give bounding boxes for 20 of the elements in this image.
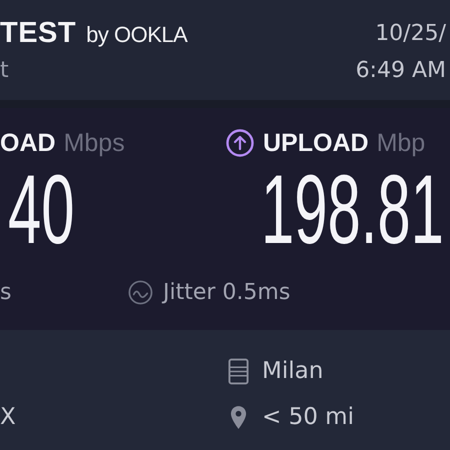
speed-value: 40 — [8, 164, 74, 254]
date-text: 10/25/ — [375, 20, 446, 46]
result-label: UPLOAD — [263, 128, 369, 158]
location-pin-icon — [230, 404, 247, 430]
logo-text: TEST — [0, 16, 76, 50]
jitter-icon — [128, 280, 153, 305]
unit-text: Mbp — [376, 128, 426, 158]
latency-text: s — [0, 280, 12, 305]
detail-text: < 50 mi — [262, 404, 354, 430]
upload-icon — [225, 128, 255, 158]
server-icon — [228, 358, 249, 384]
speed-value: 198.81 — [261, 164, 444, 254]
latency-text: Jitter 0.5ms — [163, 280, 290, 305]
detail-text: Milan — [262, 358, 324, 384]
subtitle-text: t — [0, 58, 9, 82]
result-label: OAD — [0, 128, 56, 158]
byline-text: by OOKLA — [86, 22, 188, 48]
unit-text: Mbps — [64, 128, 125, 158]
provider-text: X — [0, 404, 16, 430]
time-text: 6:49 AM — [356, 58, 446, 82]
